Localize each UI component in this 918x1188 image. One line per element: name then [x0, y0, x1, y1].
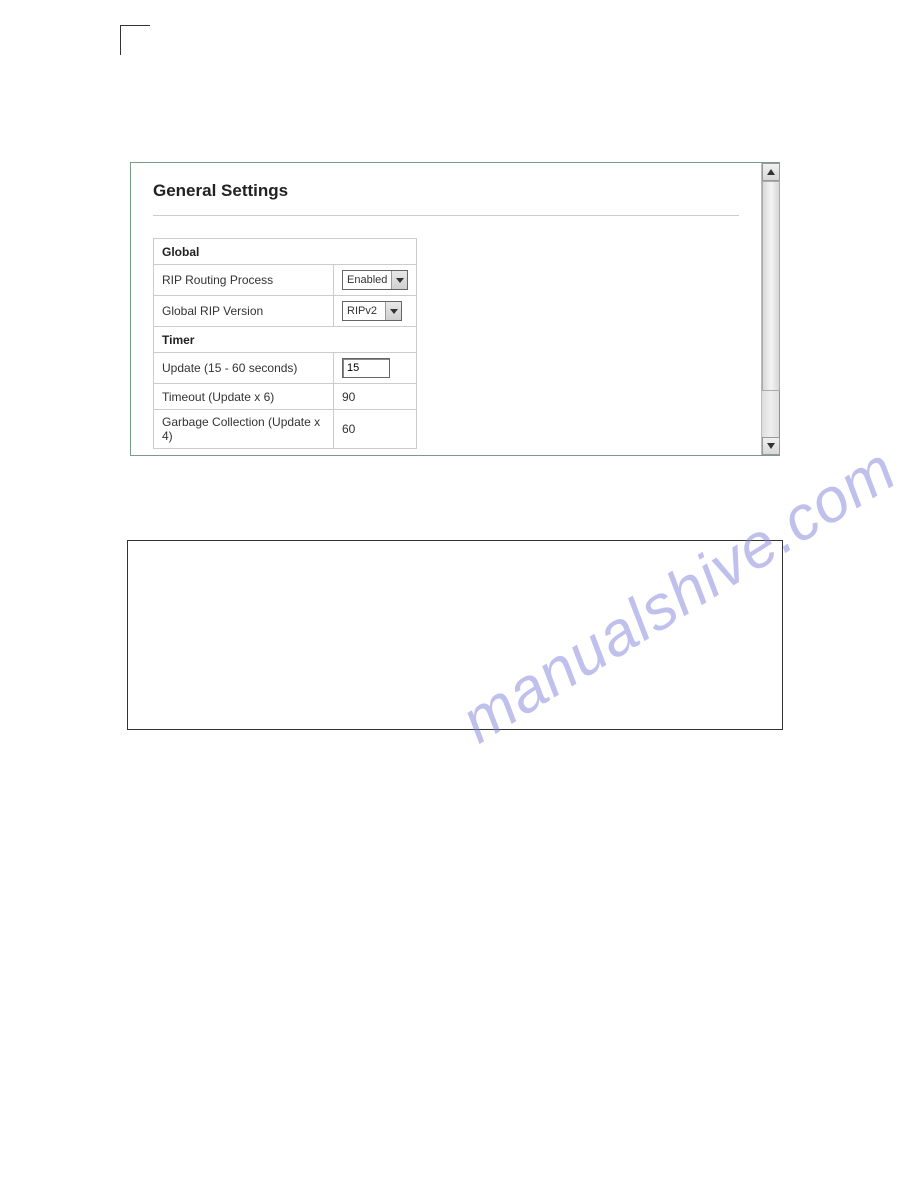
settings-table: Global RIP Routing Process Enabled Globa… — [153, 238, 417, 449]
scroll-down-button[interactable] — [762, 437, 780, 455]
global-header: Global — [154, 239, 417, 265]
section-header-row: Timer — [154, 327, 417, 353]
garbage-collection-value: 60 — [334, 410, 417, 449]
divider — [153, 215, 739, 216]
rip-routing-select[interactable]: Enabled — [342, 270, 408, 290]
triangle-up-icon — [767, 169, 775, 175]
timeout-label: Timeout (Update x 6) — [154, 384, 334, 410]
table-row: RIP Routing Process Enabled — [154, 265, 417, 296]
panel-content: General Settings Global RIP Routing Proc… — [131, 163, 761, 455]
vertical-scrollbar[interactable] — [761, 163, 779, 455]
global-rip-version-select[interactable]: RIPv2 — [342, 301, 402, 321]
timeout-value: 90 — [334, 384, 417, 410]
scroll-thumb[interactable] — [762, 181, 780, 391]
table-row: Garbage Collection (Update x 4) 60 — [154, 410, 417, 449]
garbage-collection-label: Garbage Collection (Update x 4) — [154, 410, 334, 449]
corner-crop-mark — [120, 25, 150, 55]
chevron-down-icon — [385, 302, 401, 320]
chevron-down-icon — [391, 271, 407, 289]
timer-header: Timer — [154, 327, 417, 353]
table-row: Update (15 - 60 seconds) — [154, 353, 417, 384]
general-settings-panel: General Settings Global RIP Routing Proc… — [130, 162, 780, 456]
global-rip-version-value-cell: RIPv2 — [334, 296, 417, 327]
empty-rectangle — [127, 540, 783, 730]
update-label: Update (15 - 60 seconds) — [154, 353, 334, 384]
update-input[interactable] — [342, 358, 390, 378]
rip-routing-value-cell: Enabled — [334, 265, 417, 296]
update-value-cell — [334, 353, 417, 384]
panel-title: General Settings — [153, 181, 739, 201]
global-rip-version-selected: RIPv2 — [343, 305, 385, 317]
scroll-up-button[interactable] — [762, 163, 780, 181]
rip-routing-label: RIP Routing Process — [154, 265, 334, 296]
table-row: Timeout (Update x 6) 90 — [154, 384, 417, 410]
global-rip-version-label: Global RIP Version — [154, 296, 334, 327]
table-row: Global RIP Version RIPv2 — [154, 296, 417, 327]
triangle-down-icon — [767, 443, 775, 449]
rip-routing-selected: Enabled — [343, 274, 391, 286]
section-header-row: Global — [154, 239, 417, 265]
